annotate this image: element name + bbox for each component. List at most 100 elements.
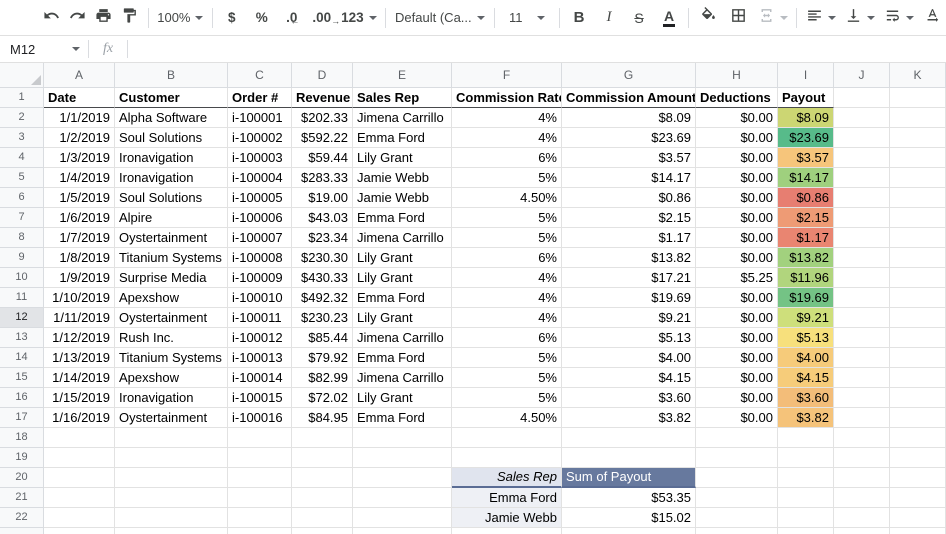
cell-I2[interactable]: $8.09 <box>778 108 834 128</box>
cell-C20[interactable] <box>228 468 292 488</box>
cell-F21[interactable]: Emma Ford <box>452 488 562 508</box>
cell-G1[interactable]: Commission Amount <box>562 88 696 108</box>
cell-J8[interactable] <box>834 228 890 248</box>
cell-B15[interactable]: Apexshow <box>115 368 228 388</box>
cell-I10[interactable]: $11.96 <box>778 268 834 288</box>
cell-D10[interactable]: $430.33 <box>292 268 353 288</box>
cell-D17[interactable]: $84.95 <box>292 408 353 428</box>
cell-G17[interactable]: $3.82 <box>562 408 696 428</box>
paint-format-button[interactable] <box>116 5 142 31</box>
cell-D16[interactable]: $72.02 <box>292 388 353 408</box>
cell-F4[interactable]: 6% <box>452 148 562 168</box>
row-header-partial[interactable] <box>0 528 44 534</box>
cell-F20[interactable]: Sales Rep <box>452 468 562 488</box>
cell-H18[interactable] <box>696 428 778 448</box>
cell-E22[interactable] <box>353 508 452 528</box>
cell-E6[interactable]: Jamie Webb <box>353 188 452 208</box>
cell-G6[interactable]: $0.86 <box>562 188 696 208</box>
cell-I11[interactable]: $19.69 <box>778 288 834 308</box>
cell-A15[interactable]: 1/14/2019 <box>44 368 115 388</box>
cell-B1[interactable]: Customer <box>115 88 228 108</box>
cell-A14[interactable]: 1/13/2019 <box>44 348 115 368</box>
cell-H7[interactable]: $0.00 <box>696 208 778 228</box>
cell-C11[interactable]: i-100010 <box>228 288 292 308</box>
cell-F13[interactable]: 6% <box>452 328 562 348</box>
cell-J18[interactable] <box>834 428 890 448</box>
cell-J14[interactable] <box>834 348 890 368</box>
cell-E16[interactable]: Lily Grant <box>353 388 452 408</box>
row-header-16[interactable]: 16 <box>0 388 44 408</box>
cell-E1[interactable]: Sales Rep <box>353 88 452 108</box>
cell-I15[interactable]: $4.15 <box>778 368 834 388</box>
cell-I4[interactable]: $3.57 <box>778 148 834 168</box>
cell-C1[interactable]: Order # <box>228 88 292 108</box>
cell-D18[interactable] <box>292 428 353 448</box>
cell-D11[interactable]: $492.32 <box>292 288 353 308</box>
format-currency-button[interactable]: $ <box>219 5 245 31</box>
redo-button[interactable] <box>64 5 90 31</box>
cell-E15[interactable]: Jimena Carrillo <box>353 368 452 388</box>
cell-E18[interactable] <box>353 428 452 448</box>
cell-C7[interactable]: i-100006 <box>228 208 292 228</box>
cell-C14[interactable]: i-100013 <box>228 348 292 368</box>
row-header-22[interactable]: 22 <box>0 508 44 528</box>
cell-G22[interactable]: $15.02 <box>562 508 696 528</box>
cell-K22[interactable] <box>890 508 946 528</box>
cell-G20[interactable]: Sum of Payout <box>562 468 696 488</box>
row-header-20[interactable]: 20 <box>0 468 44 488</box>
cell-J10[interactable] <box>834 268 890 288</box>
text-color-button[interactable]: A <box>656 5 682 31</box>
cell-K15[interactable] <box>890 368 946 388</box>
cell-G5[interactable]: $14.17 <box>562 168 696 188</box>
cell-C3[interactable]: i-100002 <box>228 128 292 148</box>
row-header-1[interactable]: 1 <box>0 88 44 108</box>
cell-H17[interactable]: $0.00 <box>696 408 778 428</box>
cell-E7[interactable]: Emma Ford <box>353 208 452 228</box>
cell-G18[interactable] <box>562 428 696 448</box>
cell-H2[interactable]: $0.00 <box>696 108 778 128</box>
cell-A2[interactable]: 1/1/2019 <box>44 108 115 128</box>
cell-I13[interactable]: $5.13 <box>778 328 834 348</box>
cell-J13[interactable] <box>834 328 890 348</box>
cell-A13[interactable]: 1/12/2019 <box>44 328 115 348</box>
cell-F1[interactable]: Commission Rate <box>452 88 562 108</box>
cell-E3[interactable]: Emma Ford <box>353 128 452 148</box>
cell-I5[interactable]: $14.17 <box>778 168 834 188</box>
cell-I19[interactable] <box>778 448 834 468</box>
horizontal-align-button[interactable] <box>803 5 838 31</box>
cell-I6[interactable]: $0.86 <box>778 188 834 208</box>
decrease-decimal-button[interactable]: .0← <box>279 5 305 31</box>
row-header-17[interactable]: 17 <box>0 408 44 428</box>
cell-K11[interactable] <box>890 288 946 308</box>
bold-button[interactable]: B <box>566 5 592 31</box>
cell-I7[interactable]: $2.15 <box>778 208 834 228</box>
cell-G3[interactable]: $23.69 <box>562 128 696 148</box>
cell-H14[interactable]: $0.00 <box>696 348 778 368</box>
column-header-I[interactable]: I <box>778 63 834 88</box>
cell-C10[interactable]: i-100009 <box>228 268 292 288</box>
cell-G9[interactable]: $13.82 <box>562 248 696 268</box>
cell-H1[interactable]: Deductions <box>696 88 778 108</box>
cell-E12[interactable]: Lily Grant <box>353 308 452 328</box>
cell-G21[interactable]: $53.35 <box>562 488 696 508</box>
cell-I1[interactable]: Payout <box>778 88 834 108</box>
cell-G8[interactable]: $1.17 <box>562 228 696 248</box>
cell-E13[interactable]: Jimena Carrillo <box>353 328 452 348</box>
cell-D8[interactable]: $23.34 <box>292 228 353 248</box>
cell-F12[interactable]: 4% <box>452 308 562 328</box>
cell-G15[interactable]: $4.15 <box>562 368 696 388</box>
cell-A20[interactable] <box>44 468 115 488</box>
cell-E9[interactable]: Lily Grant <box>353 248 452 268</box>
cell-J19[interactable] <box>834 448 890 468</box>
row-header-10[interactable]: 10 <box>0 268 44 288</box>
cell-K20[interactable] <box>890 468 946 488</box>
cell-H21[interactable] <box>696 488 778 508</box>
cell-F19[interactable] <box>452 448 562 468</box>
cell-F3[interactable]: 4% <box>452 128 562 148</box>
cell-H22[interactable] <box>696 508 778 528</box>
cell-G14[interactable]: $4.00 <box>562 348 696 368</box>
cell-I21[interactable] <box>778 488 834 508</box>
cell-K9[interactable] <box>890 248 946 268</box>
cell-C9[interactable]: i-100008 <box>228 248 292 268</box>
cell-H13[interactable]: $0.00 <box>696 328 778 348</box>
